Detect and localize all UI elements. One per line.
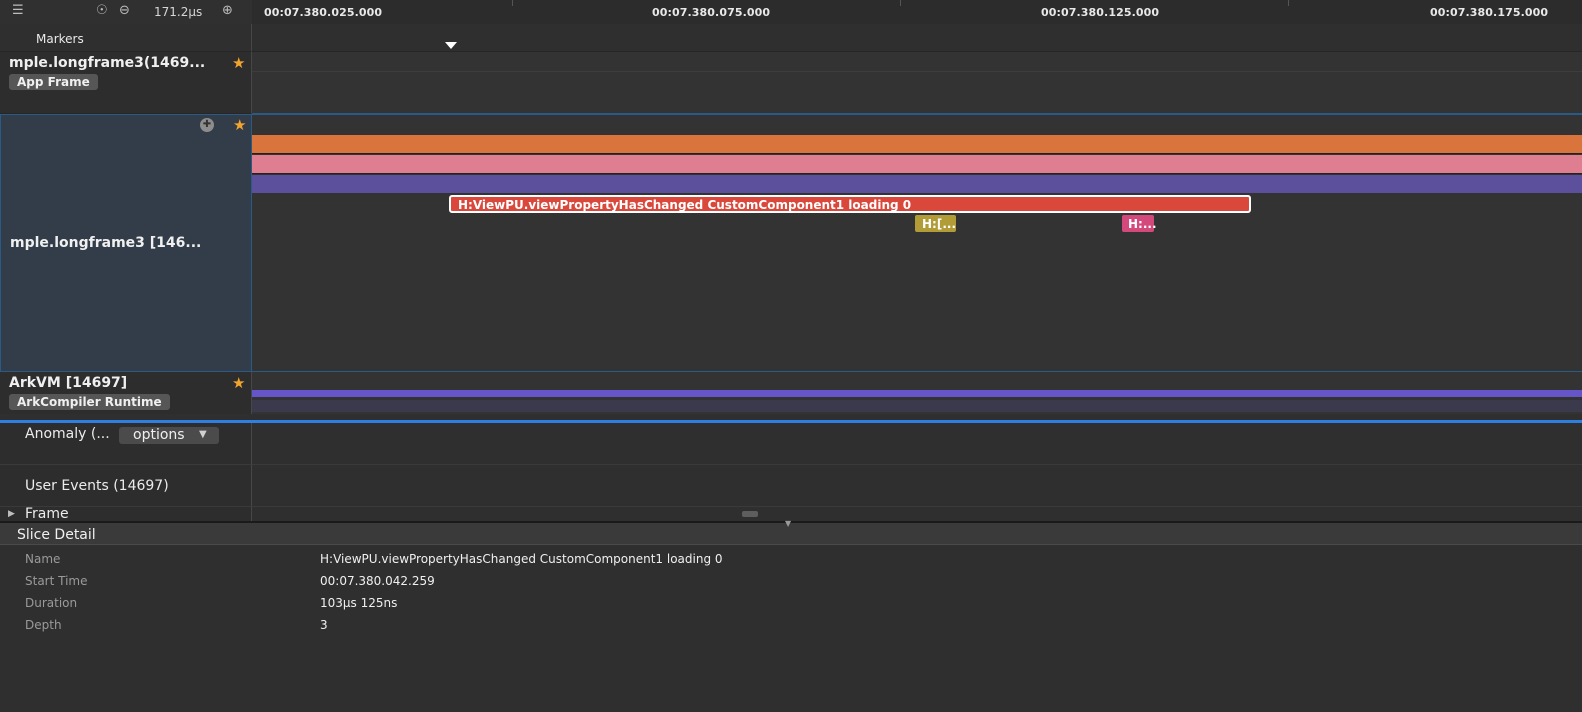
collapse-arrow-icon[interactable]: ▼ xyxy=(785,519,791,528)
markers-label: Markers xyxy=(36,32,84,46)
detail-value: 103µs 125ns xyxy=(320,596,398,610)
arkvm-lane[interactable] xyxy=(252,372,1582,414)
detail-key: Depth xyxy=(25,618,62,632)
star-icon[interactable]: ★ xyxy=(232,376,245,391)
small-slice[interactable]: H:... xyxy=(1122,215,1157,232)
track-label-main-thread[interactable]: ✚ ★ mple.longframe3 [146... xyxy=(0,114,252,372)
track-label-arkvm[interactable]: ArkVM [14697] ★ ArkCompiler Runtime xyxy=(0,372,252,414)
ruler-tick-label: 00:07.380.025.000 xyxy=(264,6,383,19)
track-label-app-frame[interactable]: mple.longframe3(1469... ★ App Frame xyxy=(0,52,252,114)
track-title: Anomaly (... xyxy=(25,426,110,442)
track-title: ArkVM [14697] xyxy=(9,375,128,391)
expand-arrow-icon[interactable]: ▶ xyxy=(8,509,15,519)
slice-label: H:... xyxy=(1128,217,1157,231)
anomaly-lane[interactable] xyxy=(252,423,1582,465)
slice-label: H:[... xyxy=(922,217,957,231)
track-title: mple.longframe3 [146... xyxy=(10,235,202,251)
track-title: Frame xyxy=(25,507,69,521)
detail-header: Slice Detail ▼ xyxy=(0,519,1582,545)
markers-lane[interactable] xyxy=(252,24,1582,52)
detail-key: Name xyxy=(25,552,61,566)
chevron-down-icon: ▼ xyxy=(199,429,207,440)
zoom-out-icon[interactable]: ⊖ xyxy=(119,4,130,18)
timeline-toolbar: ☰ ☉ ⊖ 171.2µs ⊕ xyxy=(0,0,253,25)
detail-value: 00:07.380.042.259 xyxy=(320,574,435,588)
app-frame-lane[interactable] xyxy=(252,52,1582,114)
ruler-tick-label: 00:07.380.125.000 xyxy=(1041,6,1160,19)
arkvm-slice-bar[interactable] xyxy=(252,390,1582,397)
main-thread-lane[interactable]: H:ViewPU.viewPropertyHasChanged CustomCo… xyxy=(252,114,1582,372)
track-tag: App Frame xyxy=(9,74,98,90)
time-ruler[interactable]: 00:07.380.025.000 00:07.380.075.000 00:0… xyxy=(252,0,1582,25)
slice-depth-1[interactable] xyxy=(252,155,1582,174)
marker-flag-icon[interactable] xyxy=(445,42,457,49)
detail-key: Duration xyxy=(25,596,78,610)
track-title: mple.longframe3(1469... xyxy=(9,55,206,71)
ruler-tick xyxy=(900,0,901,6)
track-label-user-events[interactable]: User Events (14697) xyxy=(0,465,252,507)
star-icon[interactable]: ★ xyxy=(232,56,245,71)
pin-icon[interactable]: ✚ xyxy=(200,118,214,132)
detail-key: Start Time xyxy=(25,574,88,588)
track-tag: ArkCompiler Runtime xyxy=(9,394,170,410)
star-icon[interactable]: ★ xyxy=(233,118,246,133)
detail-panel xyxy=(0,521,1582,712)
reset-zoom-icon[interactable]: ☉ xyxy=(96,4,108,18)
slice-depth-0[interactable] xyxy=(252,135,1582,154)
ruler-tick xyxy=(1288,0,1289,6)
ruler-tick-label: 00:07.380.075.000 xyxy=(652,6,771,19)
zoom-level: 171.2µs xyxy=(154,5,203,19)
track-label-anomaly[interactable]: Anomaly (... options ▼ xyxy=(0,423,252,465)
detail-title: Slice Detail xyxy=(17,527,96,543)
track-label-frame[interactable]: ▶ Frame xyxy=(0,507,252,521)
options-dropdown[interactable]: options ▼ xyxy=(119,427,219,444)
selected-slice[interactable]: H:ViewPU.viewPropertyHasChanged CustomCo… xyxy=(449,195,1251,213)
track-title: User Events (14697) xyxy=(25,478,169,494)
small-slice[interactable]: H:[... xyxy=(915,215,956,232)
user-events-lane[interactable] xyxy=(252,465,1582,507)
resize-handle[interactable] xyxy=(742,511,758,517)
slice-depth-2[interactable] xyxy=(252,175,1582,193)
menu-icon[interactable]: ☰ xyxy=(12,4,24,18)
frame-lane[interactable] xyxy=(252,507,1582,521)
zoom-in-icon[interactable]: ⊕ xyxy=(222,4,233,18)
arkvm-sub-bar xyxy=(252,400,1582,412)
ruler-tick xyxy=(512,0,513,6)
detail-value: 3 xyxy=(320,618,328,632)
detail-value: H:ViewPU.viewPropertyHasChanged CustomCo… xyxy=(320,552,723,566)
ruler-tick-label: 00:07.380.175.000 xyxy=(1430,6,1549,19)
slice-label: H:ViewPU.viewPropertyHasChanged CustomCo… xyxy=(458,198,912,212)
markers-label-cell: Markers xyxy=(0,24,252,52)
lane-divider xyxy=(252,71,1582,72)
dropdown-value: options xyxy=(133,427,185,443)
